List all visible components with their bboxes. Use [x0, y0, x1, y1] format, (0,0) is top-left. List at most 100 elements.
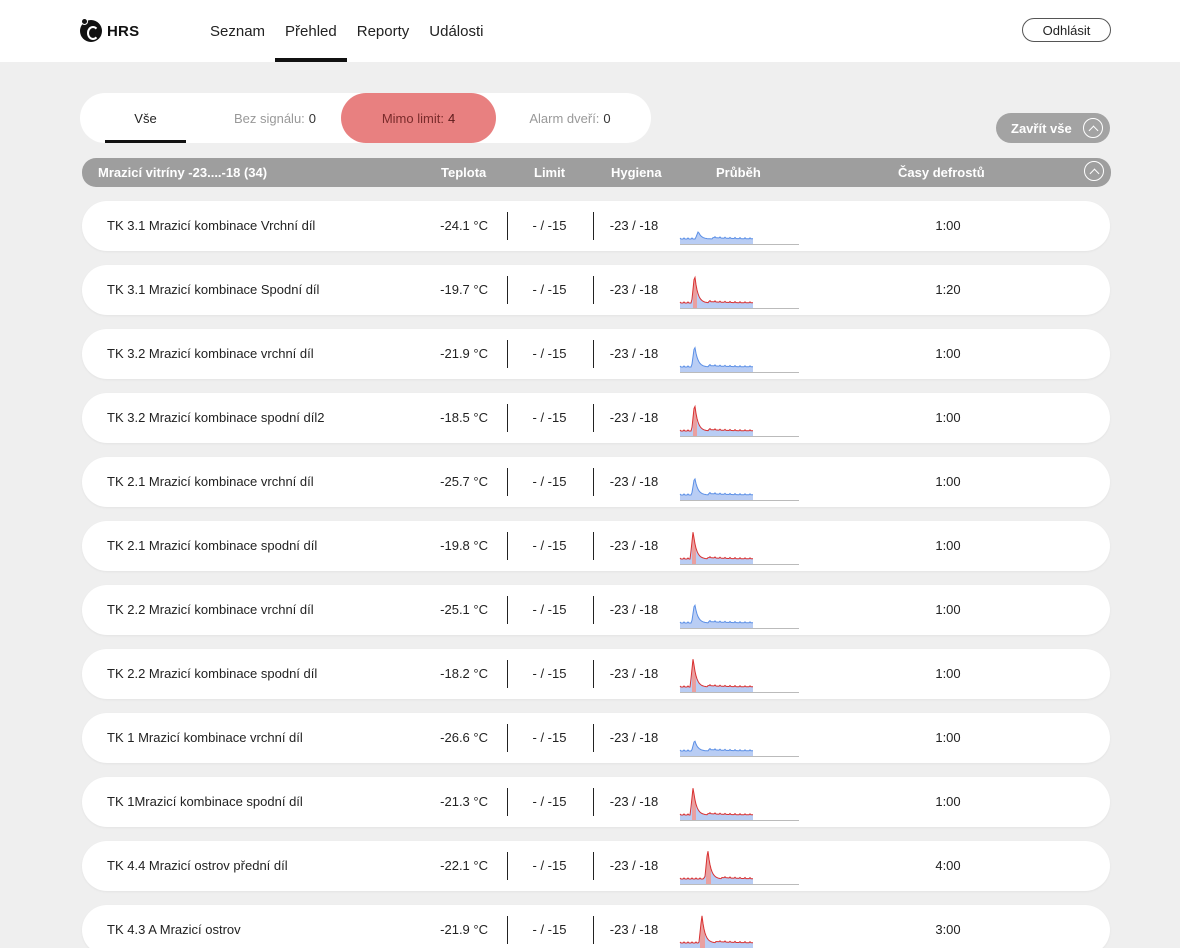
divider: [593, 596, 594, 624]
divider: [593, 212, 594, 240]
sensor-name: TK 3.2 Mrazicí kombinace vrchní díl: [107, 346, 314, 361]
divider: [507, 852, 508, 880]
temperature-sparkline[interactable]: [678, 204, 800, 248]
nav-udalosti[interactable]: Události: [419, 0, 493, 62]
sensor-row[interactable]: TK 1 Mrazicí kombinace vrchní díl -26.6 °…: [82, 713, 1110, 763]
sensor-limit: - / -15: [532, 794, 567, 809]
sensor-name: TK 3.2 Mrazicí kombinace spodní díl2: [107, 410, 325, 425]
temperature-sparkline[interactable]: [678, 524, 800, 568]
sensor-temperature: -25.7 °C: [440, 474, 488, 489]
sensor-hygiene: -23 / -18: [609, 282, 659, 297]
divider: [593, 340, 594, 368]
temperature-sparkline[interactable]: [678, 396, 800, 440]
sensor-row[interactable]: TK 2.1 Mrazicí kombinace spodní díl -19.8…: [82, 521, 1110, 571]
sparkline-line: [679, 788, 753, 816]
sensor-temperature: -21.9 °C: [440, 922, 488, 937]
sensor-row[interactable]: TK 2.2 Mrazicí kombinace vrchní díl -25.1…: [82, 585, 1110, 635]
temperature-sparkline[interactable]: [678, 716, 800, 760]
sensor-temperature: -19.7 °C: [440, 282, 488, 297]
divider: [507, 660, 508, 688]
sparkline-line: [679, 915, 753, 944]
filter-no-signal-count: 0: [308, 110, 317, 126]
nav-reporty[interactable]: Reporty: [347, 0, 420, 62]
group-header[interactable]: Mrazicí vitríny -23....-18 (34) Teplota …: [82, 158, 1111, 187]
divider: [507, 468, 508, 496]
filter-tabs: Vše Bez signálu: 0 Mimo limit: 4 Alarm dve…: [80, 93, 651, 143]
temperature-sparkline[interactable]: [678, 652, 800, 696]
sensor-row[interactable]: TK 4.3 A Mrazicí ostrov -21.9 °C - / -15 -2…: [82, 905, 1110, 948]
filter-out-of-limit-count: 4: [447, 110, 456, 126]
filter-no-signal[interactable]: Bez signálu: 0: [220, 93, 330, 143]
divider: [507, 212, 508, 240]
filter-door-alarm[interactable]: Alarm dveří: 0: [510, 93, 630, 143]
logo[interactable]: HRS: [80, 18, 139, 44]
filter-all-label: Vše: [134, 110, 157, 126]
sensor-name: TK 1 Mrazicí kombinace vrchní díl: [107, 730, 303, 745]
filter-out-of-limit[interactable]: Mimo limit: 4: [341, 93, 496, 143]
divider: [593, 276, 594, 304]
main-nav: Seznam Přehled Reporty Události: [200, 0, 493, 62]
divider: [507, 404, 508, 432]
sensor-row[interactable]: TK 2.2 Mrazicí kombinace spodní díl -18.2…: [82, 649, 1110, 699]
sensor-temperature: -26.6 °C: [440, 730, 488, 745]
sensor-name: TK 2.1 Mrazicí kombinace spodní díl: [107, 538, 318, 553]
sparkline-line: [679, 604, 753, 624]
divider: [507, 916, 508, 944]
defrost-times: 1:00: [935, 410, 961, 425]
divider: [593, 852, 594, 880]
sensor-row[interactable]: TK 3.1 Mrazicí kombinace Spodní díl -19.7…: [82, 265, 1110, 315]
sensor-row[interactable]: TK 3.1 Mrazicí kombinace Vrchní díl -24.1…: [82, 201, 1110, 251]
sensor-name: TK 1Mrazicí kombinace spodní díl: [107, 794, 303, 809]
collapse-group-icon[interactable]: [1084, 161, 1104, 181]
sensor-row[interactable]: TK 3.2 Mrazicí kombinace vrchní díl -21.9…: [82, 329, 1110, 379]
temperature-sparkline[interactable]: [678, 780, 800, 824]
sparkline-line: [679, 231, 753, 240]
nav-prehled[interactable]: Přehled: [275, 0, 347, 62]
defrost-times: 1:00: [935, 794, 961, 809]
temperature-sparkline[interactable]: [678, 844, 800, 888]
divider: [507, 340, 508, 368]
close-all-button[interactable]: Zavřít vše: [996, 113, 1110, 143]
divider: [593, 916, 594, 944]
col-limit: Limit: [534, 165, 566, 180]
nav-seznam[interactable]: Seznam: [200, 0, 275, 62]
sensor-name: TK 4.4 Mrazicí ostrov přední díl: [107, 858, 288, 873]
sensor-row[interactable]: TK 1Mrazicí kombinace spodní díl -21.3 °C…: [82, 777, 1110, 827]
divider: [593, 724, 594, 752]
sensor-limit: - / -15: [532, 218, 567, 233]
sparkline-line: [679, 346, 753, 368]
divider: [593, 404, 594, 432]
sensor-limit: - / -15: [532, 922, 567, 937]
sensor-row[interactable]: TK 2.1 Mrazicí kombinace vrchní díl -25.7…: [82, 457, 1110, 507]
temperature-sparkline[interactable]: [678, 588, 800, 632]
sensor-limit: - / -15: [532, 666, 567, 681]
divider: [593, 660, 594, 688]
sensor-hygiene: -23 / -18: [609, 218, 659, 233]
temperature-sparkline[interactable]: [678, 332, 800, 376]
sparkline-line: [679, 532, 753, 560]
filter-all[interactable]: Vše: [105, 93, 186, 143]
sensor-limit: - / -15: [532, 538, 567, 553]
defrost-times: 1:00: [935, 218, 961, 233]
defrost-times: 1:00: [935, 346, 961, 361]
defrost-times: 1:00: [935, 730, 961, 745]
temperature-sparkline[interactable]: [678, 908, 800, 948]
sensor-hygiene: -23 / -18: [609, 538, 659, 553]
sensor-name: TK 2.1 Mrazicí kombinace vrchní díl: [107, 474, 314, 489]
sensor-limit: - / -15: [532, 410, 567, 425]
defrost-times: 1:20: [935, 282, 961, 297]
sensor-hygiene: -23 / -18: [609, 922, 659, 937]
sparkline-area: [680, 347, 753, 372]
sensor-row[interactable]: TK 3.2 Mrazicí kombinace spodní díl2 -18.…: [82, 393, 1110, 443]
temperature-sparkline[interactable]: [678, 460, 800, 504]
defrost-times: 1:00: [935, 666, 961, 681]
sensor-temperature: -18.2 °C: [440, 666, 488, 681]
sensor-name: TK 4.3 A Mrazicí ostrov: [107, 922, 241, 937]
sparkline-line: [679, 404, 753, 432]
col-temp: Teplota: [441, 165, 487, 180]
sensor-row[interactable]: TK 4.4 Mrazicí ostrov přední díl -22.1 °C…: [82, 841, 1110, 891]
sensor-hygiene: -23 / -18: [609, 730, 659, 745]
logout-button[interactable]: Odhlásit: [1022, 18, 1111, 42]
temperature-sparkline[interactable]: [678, 268, 800, 312]
filter-door-alarm-count: 0: [603, 110, 611, 126]
